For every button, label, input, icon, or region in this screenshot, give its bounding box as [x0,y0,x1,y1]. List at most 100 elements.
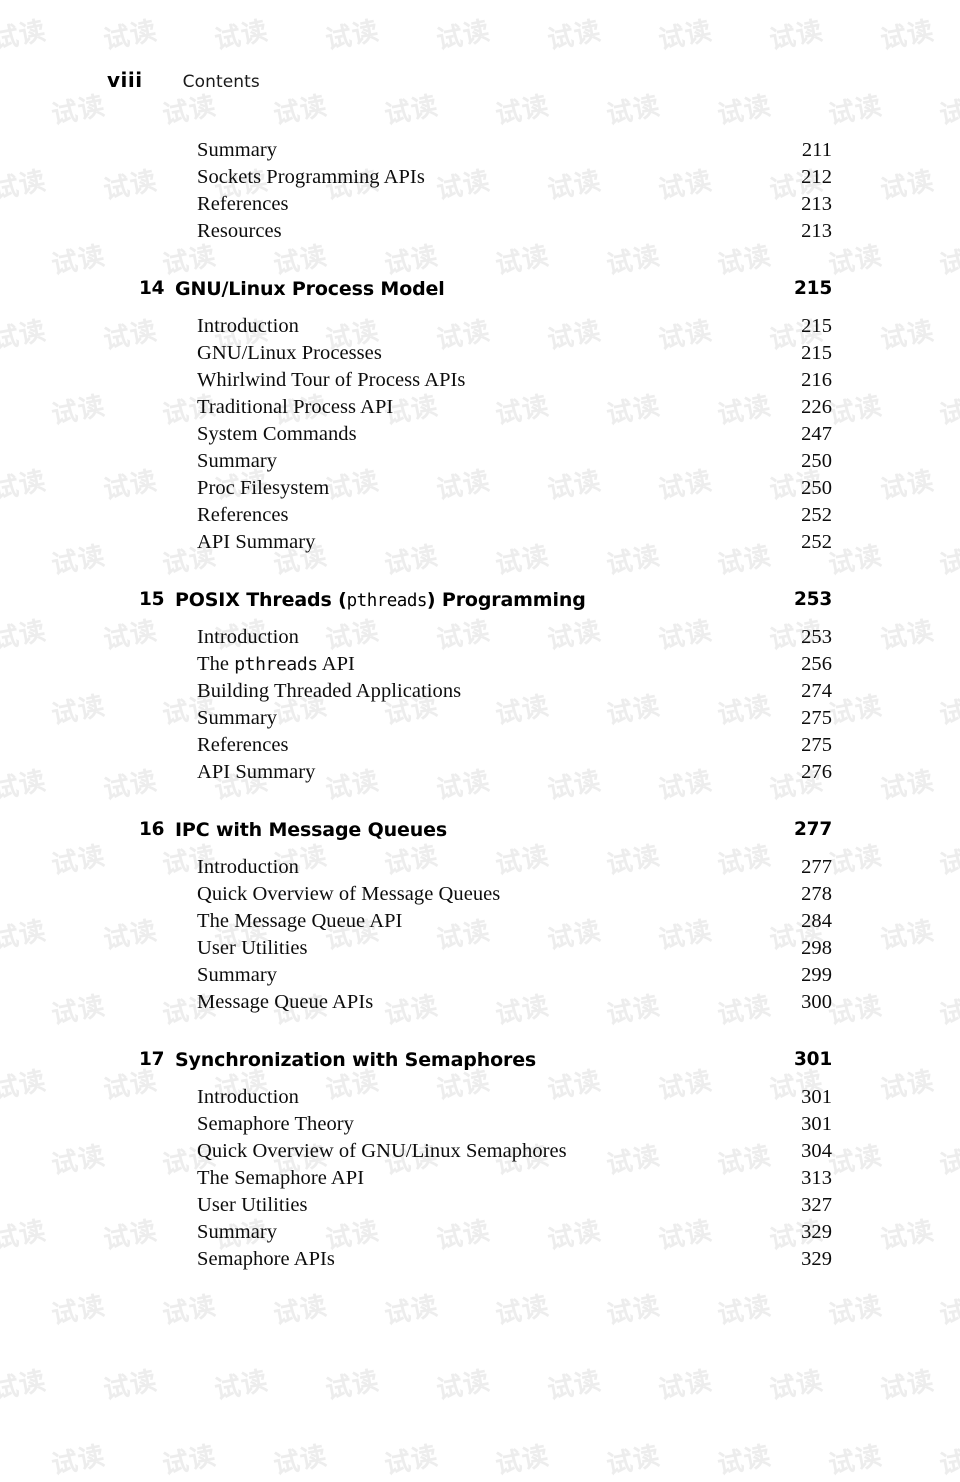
toc-entry-row[interactable]: User Utilities 298 [0,937,960,964]
running-head: viii Contents [107,68,260,92]
chapter-page-number: 215 [793,278,832,299]
toc-entry-row[interactable]: API Summary 252 [0,531,960,558]
toc-entry-row[interactable]: Summary 211 [0,139,960,166]
watermark-text: 试读 [656,1366,715,1406]
toc-entry-row[interactable]: Proc Filesystem 250 [0,477,960,504]
chapter-page-number: 301 [793,1049,832,1070]
chapter-title: IPC with Message Queues [175,819,448,841]
toc-entry-title: Introduction [197,626,299,648]
toc-group: Summary 211 Sockets Programming APIs 212 Ref… [0,139,960,247]
toc-entry-title: Traditional Process API [197,396,394,418]
watermark-text: 试读 [493,1441,552,1481]
toc-entry-row[interactable]: Resources 213 [0,220,960,247]
toc-entry-page-number: 252 [801,504,832,526]
watermark-text: 试读 [323,1366,382,1406]
toc-entry-page-number: 298 [801,937,832,959]
watermark-text: 试读 [715,1441,774,1481]
toc-entry-row[interactable]: Introduction 277 [0,856,960,883]
watermark-text: 试读 [49,1441,108,1481]
toc-entry-title: Building Threaded Applications [197,680,462,702]
toc-entry-title: Whirlwind Tour of Process APIs [197,369,466,391]
toc-entry-row[interactable]: System Commands 247 [0,423,960,450]
running-head-title: Contents [182,72,260,92]
chapter-heading-row[interactable]: 14 GNU/Linux Process Model 215 [0,278,960,312]
toc-entry-title: System Commands [197,423,357,445]
toc-entry-row[interactable]: Quick Overview of GNU/Linux Semaphores 30… [0,1140,960,1167]
watermark-text: 试读 [826,1441,885,1481]
watermark-text: 试读 [212,1366,271,1406]
chapter-number: 15 [139,589,165,610]
toc-entry-title: Summary [197,964,278,986]
watermark-text: 试读 [878,1366,937,1406]
toc-entry-title: References [197,504,289,526]
toc-entry-title: User Utilities [197,1194,308,1216]
chapter-page-number: 277 [793,819,832,840]
toc-entry-row[interactable]: GNU/Linux Processes 215 [0,342,960,369]
toc-group: 17 Synchronization with Semaphores 301 Intr… [0,1049,960,1275]
toc-entry-title: Summary [197,450,278,472]
toc-entry-page-number: 276 [801,761,832,783]
toc-entry-row[interactable]: Introduction 253 [0,626,960,653]
toc-entry-title: Introduction [197,856,299,878]
toc-entry-title: Introduction [197,315,299,337]
toc-entry-row[interactable]: References 213 [0,193,960,220]
chapter-heading-row[interactable]: 15 POSIX Threads (pthreads) Programming 25… [0,589,960,623]
toc-entry-row[interactable]: Whirlwind Tour of Process APIs 216 [0,369,960,396]
toc-entry-row[interactable]: Summary 275 [0,707,960,734]
toc-entry-page-number: 329 [801,1248,832,1270]
toc-group: 16 IPC with Message Queues 277 Introduction… [0,819,960,1018]
toc-entry-row[interactable]: Semaphore APIs 329 [0,1248,960,1275]
chapter-heading-row[interactable]: 16 IPC with Message Queues 277 [0,819,960,853]
toc-entry-row[interactable]: Quick Overview of Message Queues 278 [0,883,960,910]
toc-entry-title: Resources [197,220,282,242]
toc-entry-page-number: 300 [801,991,832,1013]
toc-entry-row[interactable]: Building Threaded Applications 274 [0,680,960,707]
toc-entry-title: The Semaphore API [197,1167,365,1189]
chapter-heading-row[interactable]: 17 Synchronization with Semaphores 301 [0,1049,960,1083]
toc-entry-title: Quick Overview of GNU/Linux Semaphores [197,1140,567,1162]
toc-entry-row[interactable]: The pthreads API 256 [0,653,960,680]
toc-entry-row[interactable]: User Utilities 327 [0,1194,960,1221]
toc-entry-title: Proc Filesystem [197,477,330,499]
toc-entry-row[interactable]: API Summary 276 [0,761,960,788]
toc-entry-row[interactable]: Summary 299 [0,964,960,991]
toc-entry-row[interactable]: Introduction 215 [0,315,960,342]
toc-entry-title: References [197,193,289,215]
chapter-number: 14 [139,278,165,299]
toc-entry-title: API Summary [197,761,316,783]
toc-entry-page-number: 250 [801,477,832,499]
toc-entry-page-number: 213 [801,193,832,215]
toc-entry-page-number: 250 [801,450,832,472]
toc-entry-row[interactable]: Summary 250 [0,450,960,477]
toc-entry-row[interactable]: References 252 [0,504,960,531]
toc-entry-row[interactable]: Summary 329 [0,1221,960,1248]
toc-entry-page-number: 284 [801,910,832,932]
toc-entry-row[interactable]: Message Queue APIs 300 [0,991,960,1018]
toc-entry-page-number: 211 [801,139,832,161]
chapter-title: GNU/Linux Process Model [175,278,445,300]
toc-entry-row[interactable]: Traditional Process API 226 [0,396,960,423]
toc-entry-title: References [197,734,289,756]
watermark-text: 试读 [101,1366,160,1406]
toc-entry-row[interactable]: The Semaphore API 313 [0,1167,960,1194]
toc-entry-title: Summary [197,707,278,729]
watermark-text: 试读 [545,1366,604,1406]
watermark-text: 试读 [604,1441,663,1481]
toc-entry-page-number: 301 [801,1086,832,1108]
toc-entry-row[interactable]: Introduction 301 [0,1086,960,1113]
toc-entry-row[interactable]: Sockets Programming APIs 212 [0,166,960,193]
toc-entry-page-number: 301 [801,1113,832,1135]
toc-entry-page-number: 304 [801,1140,832,1162]
toc-entry-row[interactable]: The Message Queue API 284 [0,910,960,937]
toc-entry-title: The Message Queue API [197,910,403,932]
watermark-text: 试读 [160,1441,219,1481]
toc-entry-page-number: 247 [801,423,832,445]
table-of-contents: Summary 211 Sockets Programming APIs 212 Ref… [0,139,960,1275]
toc-entry-row[interactable]: References 275 [0,734,960,761]
toc-group: 14 GNU/Linux Process Model 215 Introduction… [0,278,960,558]
watermark-text: 试读 [937,1441,960,1481]
toc-entry-page-number: 329 [801,1221,832,1243]
toc-entry-title: Introduction [197,1086,299,1108]
toc-entry-title: Semaphore APIs [197,1248,335,1270]
toc-entry-row[interactable]: Semaphore Theory 301 [0,1113,960,1140]
